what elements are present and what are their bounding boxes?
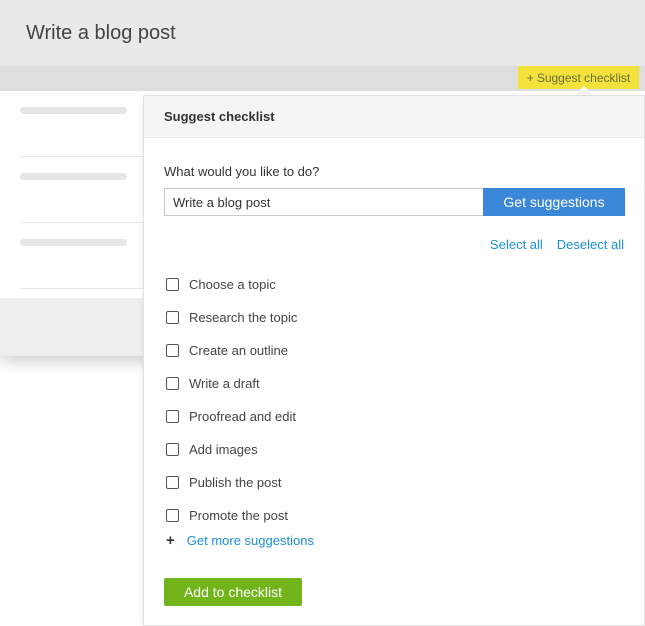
suggest-checklist-tab-label: Suggest checklist <box>536 70 631 85</box>
placeholder-bar <box>20 107 127 114</box>
deselect-all-link[interactable]: Deselect all <box>557 237 624 252</box>
page: Write a blog post + Suggest checklist Su… <box>0 0 645 626</box>
checkbox[interactable] <box>166 443 179 456</box>
popover-header: Suggest checklist <box>144 96 644 138</box>
checkbox[interactable] <box>166 509 179 522</box>
task-header: Write a blog post <box>0 0 645 66</box>
add-to-checklist-button[interactable]: Add to checklist <box>164 578 302 606</box>
plus-icon: + <box>526 70 534 85</box>
list-item[interactable]: Proofread and edit <box>166 400 606 433</box>
checkbox[interactable] <box>166 410 179 423</box>
placeholder-row <box>20 157 145 223</box>
get-more-suggestions-label: Get more suggestions <box>186 533 314 548</box>
get-more-suggestions-link[interactable]: + Get more suggestions <box>166 532 314 549</box>
popover-arrow <box>575 86 593 95</box>
checkbox[interactable] <box>166 476 179 489</box>
suggest-checklist-popover: Suggest checklist What would you like to… <box>143 95 645 626</box>
list-item-label: Add images <box>189 442 258 457</box>
list-item-label: Choose a topic <box>189 277 276 292</box>
placeholder-bar <box>20 173 127 180</box>
checkbox[interactable] <box>166 278 179 291</box>
task-footer <box>0 298 145 356</box>
placeholder-row <box>20 223 145 289</box>
select-all-link[interactable]: Select all <box>490 237 543 252</box>
checkbox[interactable] <box>166 311 179 324</box>
list-item-label: Research the topic <box>189 310 298 325</box>
checkbox[interactable] <box>166 344 179 357</box>
list-item[interactable]: Promote the post <box>166 499 606 532</box>
list-item[interactable]: Choose a topic <box>166 268 606 301</box>
get-suggestions-button[interactable]: Get suggestions <box>483 188 625 216</box>
list-item[interactable]: Research the topic <box>166 301 606 334</box>
popover-title: Suggest checklist <box>164 109 275 124</box>
list-item[interactable]: Add images <box>166 433 606 466</box>
list-item[interactable]: Publish the post <box>166 466 606 499</box>
task-title: Write a blog post <box>26 22 176 44</box>
suggestion-list: Choose a topic Research the topic Create… <box>166 268 606 532</box>
list-item[interactable]: Write a draft <box>166 367 606 400</box>
list-item-label: Proofread and edit <box>189 409 296 424</box>
selection-links: Select all Deselect all <box>490 237 624 252</box>
task-description-input[interactable] <box>164 188 484 216</box>
placeholder-bar <box>20 239 127 246</box>
checkbox[interactable] <box>166 377 179 390</box>
list-item-label: Create an outline <box>189 343 289 358</box>
list-item-label: Publish the post <box>189 475 282 490</box>
list-item[interactable]: Create an outline <box>166 334 606 367</box>
placeholder-row <box>20 91 145 157</box>
list-item-label: Promote the post <box>189 508 288 523</box>
list-item-label: Write a draft <box>189 376 260 391</box>
task-checklist-placeholder <box>0 91 145 298</box>
prompt-label: What would you like to do? <box>164 164 320 179</box>
plus-icon: + <box>166 532 175 549</box>
